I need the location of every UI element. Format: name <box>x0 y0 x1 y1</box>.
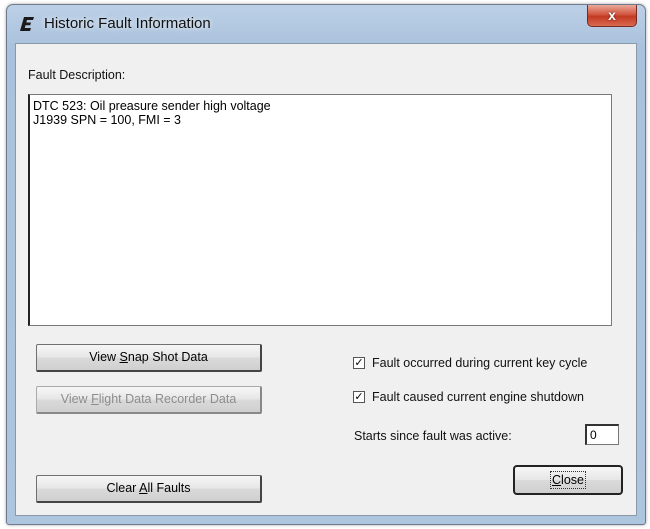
starts-since-label: Starts since fault was active: <box>354 429 512 443</box>
engine-shutdown-checkbox-label: Fault caused current engine shutdown <box>372 390 584 404</box>
button-label: Clear <box>106 481 140 495</box>
focus-rectangle <box>550 471 586 489</box>
fault-description-label: Fault Description: <box>28 68 126 82</box>
window-title: Historic Fault Information <box>44 15 211 32</box>
starts-since-field[interactable]: 0 <box>585 424 619 445</box>
e-logo-icon <box>20 17 34 31</box>
button-label: View <box>89 350 120 364</box>
fault-description-line: DTC 523: Oil preasure sender high voltag… <box>33 99 271 113</box>
title-bar[interactable]: Historic Fault Information x <box>7 5 645 45</box>
button-label: nap Shot Data <box>127 350 208 364</box>
dialog-client-area: Fault Description: DTC 523: Oil preasure… <box>15 43 637 516</box>
close-icon: x <box>608 7 616 23</box>
button-label: light Data Recorder Data <box>98 392 237 406</box>
button-accelerator: S <box>119 350 128 364</box>
clear-all-faults-button[interactable]: Clear All Faults <box>36 475 262 503</box>
view-flight-data-recorder-button[interactable]: View Flight Data Recorder Data <box>36 386 262 414</box>
key-cycle-checkbox-label: Fault occurred during current key cycle <box>372 356 588 370</box>
key-cycle-checkbox[interactable]: ✓ <box>353 357 365 369</box>
button-accelerator: F <box>91 392 99 406</box>
fault-description-line: J1939 SPN = 100, FMI = 3 <box>33 113 181 127</box>
engine-shutdown-checkbox[interactable]: ✓ <box>353 391 365 403</box>
button-label: ll Faults <box>147 481 191 495</box>
checkmark-icon: ✓ <box>354 391 364 403</box>
close-button[interactable]: Close <box>513 465 623 495</box>
button-label: View <box>60 392 92 406</box>
dialog-window: Historic Fault Information x Fault Descr… <box>6 4 646 525</box>
view-snapshot-data-button[interactable]: View Snap Shot Data <box>36 344 262 372</box>
close-window-button[interactable]: x <box>587 5 637 27</box>
fault-description-text[interactable]: DTC 523: Oil preasure sender high voltag… <box>28 94 612 326</box>
checkmark-icon: ✓ <box>354 357 364 369</box>
